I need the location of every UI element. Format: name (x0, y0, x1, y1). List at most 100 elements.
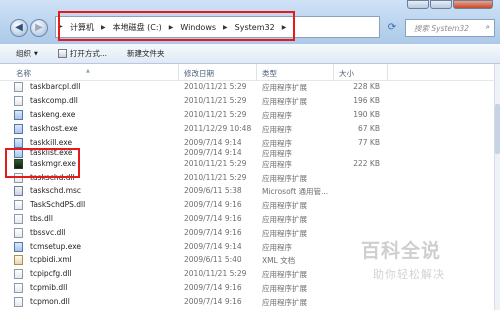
minimize-button[interactable] (407, 0, 429, 9)
open-with-button[interactable]: 打开方式... (57, 48, 108, 59)
file-type: 应用程序扩展 (262, 201, 307, 210)
scrollbar-thumb[interactable] (495, 104, 500, 154)
file-type: 应用程序扩展 (262, 97, 307, 106)
file-type: 应用程序扩展 (262, 215, 307, 224)
file-row[interactable]: tcpmon.dll 2009/7/14 9:16 应用程序扩展 (0, 295, 494, 309)
file-row[interactable]: TaskSchdPS.dll 2009/7/14 9:16 应用程序扩展 (0, 198, 494, 212)
file-name: tbssvc.dll (30, 228, 66, 237)
file-date: 2009/7/14 9:16 (184, 228, 242, 237)
column-header-row: ▲ 名称 修改日期 类型 大小 (0, 64, 494, 81)
open-with-label: 打开方式... (69, 49, 108, 58)
file-name: tcpipcfg.dll (30, 269, 72, 278)
file-date: 2011/12/29 10:48 (184, 124, 252, 133)
file-type: 应用程序扩展 (262, 174, 307, 183)
search-input[interactable]: 搜索 System32 ⌕ (405, 19, 495, 37)
dll-file-icon (14, 283, 23, 293)
forward-arrow-icon: ▶ (35, 22, 43, 33)
back-button[interactable]: ◀ (10, 19, 28, 37)
forward-button[interactable]: ▶ (30, 19, 48, 37)
file-date: 2009/7/14 9:16 (184, 283, 242, 292)
column-divider[interactable] (178, 64, 179, 81)
organize-button[interactable]: 组织 ▼ (16, 48, 38, 59)
application-icon (57, 49, 67, 58)
file-name: tcpmon.dll (30, 297, 70, 306)
dll-file-icon (14, 228, 23, 238)
file-type: Microsoft 通用管... (262, 187, 329, 196)
dll-file-icon (14, 269, 23, 279)
file-size: 222 KB (353, 159, 380, 168)
dll-file-icon (14, 214, 23, 224)
exe-file-icon (14, 242, 23, 252)
column-header-size[interactable]: 大小 (339, 68, 354, 79)
file-type: 应用程序扩展 (262, 229, 307, 238)
file-name: taskbarcpl.dll (30, 82, 81, 91)
dll-file-icon (14, 96, 23, 106)
command-toolbar: 组织 ▼ 打开方式... 新建文件夹 (0, 44, 500, 64)
address-highlight-box (58, 11, 295, 41)
window-titlebar: ◀ ▶ ▶ 计算机 ▶ 本地磁盘 (C:) ▶ Windows ▶ System… (0, 0, 500, 44)
file-row[interactable]: taskschd.msc 2009/6/11 5:38 Microsoft 通用管.… (0, 184, 494, 198)
file-type: 应用程序扩展 (262, 270, 307, 279)
column-header-type[interactable]: 类型 (262, 68, 277, 79)
file-name: tcpmib.dll (30, 283, 68, 292)
msc-file-icon (14, 186, 23, 196)
file-name: TaskSchdPS.dll (30, 200, 86, 209)
dll-file-icon (14, 200, 23, 210)
vertical-scrollbar[interactable] (494, 64, 500, 310)
file-date: 2010/11/21 5:29 (184, 173, 247, 182)
watermark-subtitle: 助你轻松解决 (373, 268, 445, 281)
exe-file-icon (14, 110, 23, 120)
file-name: tbs.dll (30, 214, 53, 223)
file-name: tcmsetup.exe (30, 242, 82, 251)
chevron-down-icon: ▼ (34, 50, 38, 57)
file-name: tcpbidi.xml (30, 255, 72, 264)
file-type: 应用程序 (262, 160, 292, 169)
taskmgr-highlight-box (5, 148, 80, 178)
file-row[interactable]: taskhost.exe 2011/12/29 10:48 应用程序 67 KB (0, 122, 494, 136)
back-arrow-icon: ◀ (15, 22, 23, 33)
close-button[interactable] (453, 0, 493, 9)
file-type: 应用程序扩展 (262, 284, 307, 293)
file-size: 190 KB (353, 110, 380, 119)
exe-file-icon (14, 124, 23, 134)
new-folder-label: 新建文件夹 (127, 49, 165, 58)
sort-ascending-icon: ▲ (86, 68, 90, 74)
file-row[interactable]: taskeng.exe 2010/11/21 5:29 应用程序 190 KB (0, 108, 494, 122)
watermark: 百科全说 助你轻松解决 (351, 226, 459, 290)
new-folder-button[interactable]: 新建文件夹 (127, 48, 165, 59)
file-date: 2009/7/14 9:16 (184, 297, 242, 306)
dll-file-icon (14, 82, 23, 92)
search-icon[interactable]: ⌕ (486, 22, 490, 32)
maximize-button[interactable] (430, 0, 452, 9)
file-type: 应用程序 (262, 125, 292, 134)
file-type: 应用程序 (262, 243, 292, 252)
column-header-name[interactable]: 名称 (16, 68, 31, 79)
file-name: taskhost.exe (30, 124, 78, 133)
file-date: 2010/11/21 5:29 (184, 159, 247, 168)
dll-file-icon (14, 297, 23, 307)
file-name: taskeng.exe (30, 110, 76, 119)
file-name: taskcomp.dll (30, 96, 78, 105)
file-row[interactable]: taskcomp.dll 2010/11/21 5:29 应用程序扩展 196 KB (0, 94, 494, 108)
file-row[interactable]: taskbarcpl.dll 2010/11/21 5:29 应用程序扩展 228 K… (0, 80, 494, 94)
file-date: 2010/11/21 5:29 (184, 82, 247, 91)
file-date: 2009/6/11 5:38 (184, 186, 242, 195)
refresh-icon[interactable]: ⟳ (383, 19, 401, 37)
file-type: 应用程序扩展 (262, 298, 307, 307)
file-date: 2009/7/14 9:14 (184, 148, 242, 157)
file-date: 2009/7/14 9:16 (184, 214, 242, 223)
watermark-title: 百科全说 (361, 240, 442, 262)
column-header-date[interactable]: 修改日期 (184, 68, 214, 79)
file-date: 2009/7/14 9:16 (184, 200, 242, 209)
file-size: 67 KB (358, 124, 380, 133)
column-divider[interactable] (333, 64, 334, 81)
file-size: 196 KB (353, 96, 380, 105)
file-date: 2010/11/21 5:29 (184, 110, 247, 119)
file-date: 2009/7/14 9:14 (184, 242, 242, 251)
column-divider[interactable] (256, 64, 257, 81)
file-date: 2010/11/21 5:29 (184, 269, 247, 278)
column-divider[interactable] (387, 64, 388, 81)
organize-label: 组织 (16, 49, 31, 58)
file-row[interactable]: tbs.dll 2009/7/14 9:16 应用程序扩展 (0, 212, 494, 226)
file-type: XML 文档 (262, 256, 296, 265)
